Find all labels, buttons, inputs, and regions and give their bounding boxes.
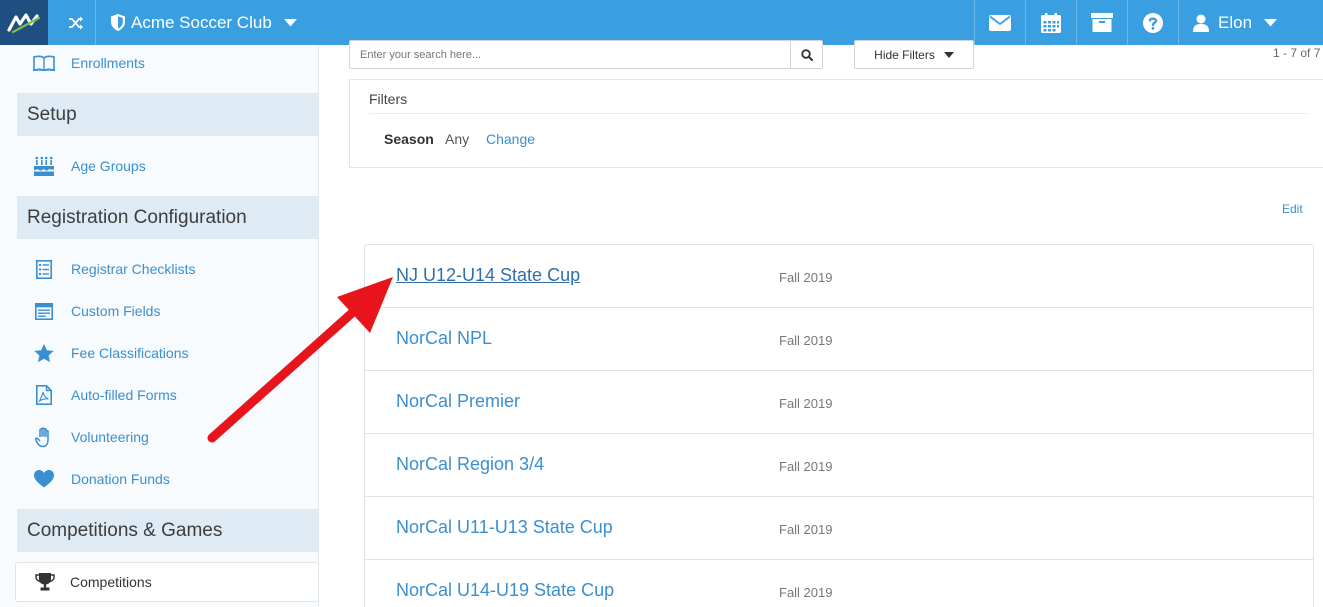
shuffle-button[interactable] [56, 0, 96, 45]
sidebar-item-label: Registrar Checklists [71, 261, 196, 277]
table-row: NorCal Premier Fall 2019 [365, 371, 1313, 434]
hand-icon [33, 426, 55, 448]
book-icon [33, 52, 55, 74]
sidebar-item-label: Enrollments [71, 55, 145, 71]
sidebar-item-competitions[interactable]: Competitions [15, 562, 319, 602]
table-row: NorCal Region 3/4 Fall 2019 [365, 434, 1313, 497]
sidebar-item-registrar-checklists[interactable]: Registrar Checklists [17, 249, 318, 289]
shuffle-icon [68, 16, 83, 29]
envelope-icon [988, 14, 1011, 31]
section-registration-configuration: Registration Configuration [17, 196, 318, 239]
season-filter-label: Season [384, 131, 434, 147]
chevron-down-icon [283, 18, 297, 26]
sidebar: Enrollments Setup Age Groups Registratio… [0, 45, 319, 607]
sidebar-item-label: Competitions [70, 574, 152, 590]
chevron-down-icon [1264, 18, 1278, 26]
sidebar-item-label: Fee Classifications [71, 345, 189, 361]
filters-panel: Filters Season Any Change [349, 79, 1323, 168]
competition-season: Fall 2019 [779, 459, 833, 474]
competition-season: Fall 2019 [779, 585, 833, 600]
calendar-button[interactable] [1025, 0, 1075, 45]
section-title: Competitions & Games [27, 519, 223, 541]
filters-title: Filters [369, 91, 408, 107]
edit-link[interactable]: Edit [1282, 202, 1303, 216]
section-title: Registration Configuration [27, 206, 247, 228]
sidebar-item-label: Donation Funds [71, 471, 170, 487]
sidebar-item-fee-classifications[interactable]: Fee Classifications [17, 333, 318, 373]
competition-link[interactable]: NorCal NPL [396, 328, 492, 349]
sidebar-item-enrollments[interactable]: Enrollments [17, 43, 318, 83]
pagination-count: 1 - 7 of 7 [1273, 46, 1321, 60]
competition-season: Fall 2019 [779, 333, 833, 348]
pdf-icon [33, 384, 55, 406]
help-icon [1142, 12, 1163, 33]
star-icon [33, 342, 55, 364]
sidebar-item-auto-filled-forms[interactable]: Auto-filled Forms [17, 375, 318, 415]
sidebar-item-label: Volunteering [71, 429, 149, 445]
club-selector[interactable]: Acme Soccer Club [110, 0, 297, 45]
sidebar-item-label: Age Groups [71, 158, 146, 174]
cake-icon [33, 155, 55, 177]
app-logo[interactable] [0, 0, 48, 45]
checklist-icon [33, 258, 55, 280]
section-title: Setup [27, 103, 77, 125]
calendar-icon [1040, 12, 1061, 33]
search-icon [800, 48, 813, 61]
competition-season: Fall 2019 [779, 396, 833, 411]
season-change-link[interactable]: Change [486, 131, 535, 147]
heart-icon [33, 468, 55, 490]
search-input[interactable] [350, 41, 790, 68]
club-name: Acme Soccer Club [131, 12, 272, 32]
sidebar-item-label: Custom Fields [71, 303, 161, 319]
competition-link[interactable]: NorCal U14-U19 State Cup [396, 580, 614, 601]
user-icon [1193, 14, 1209, 32]
hide-filters-label: Hide Filters [874, 47, 935, 62]
sidebar-item-donation-funds[interactable]: Donation Funds [17, 459, 318, 499]
competitions-list: NJ U12-U14 State Cup Fall 2019 NorCal NP… [364, 244, 1314, 607]
sidebar-item-custom-fields[interactable]: Custom Fields [17, 291, 318, 331]
season-filter-value: Any [445, 131, 470, 147]
table-row: NorCal U14-U19 State Cup Fall 2019 [365, 560, 1313, 607]
filters-divider [369, 113, 1309, 114]
table-row: NorCal U11-U13 State Cup Fall 2019 [365, 497, 1313, 560]
trophy-icon [34, 571, 56, 593]
logo-mark-icon [7, 12, 41, 33]
sidebar-item-volunteering[interactable]: Volunteering [17, 417, 318, 457]
competition-link[interactable]: NJ U12-U14 State Cup [396, 265, 580, 286]
user-name: Elon [1218, 12, 1253, 32]
help-button[interactable] [1127, 0, 1177, 45]
archive-button[interactable] [1076, 0, 1126, 45]
archive-icon [1090, 13, 1113, 32]
messages-button[interactable] [974, 0, 1024, 45]
search-button[interactable] [790, 41, 822, 68]
section-competitions-games: Competitions & Games [17, 509, 318, 552]
form-icon [33, 300, 55, 322]
top-navbar: Acme Soccer Club Elon [0, 0, 1323, 45]
hide-filters-button[interactable]: Hide Filters [854, 40, 974, 69]
sidebar-item-age-groups[interactable]: Age Groups [17, 146, 318, 186]
section-setup: Setup [17, 93, 318, 136]
competition-season: Fall 2019 [779, 270, 833, 285]
competition-link[interactable]: NorCal Region 3/4 [396, 454, 544, 475]
table-row: NorCal NPL Fall 2019 [365, 308, 1313, 371]
search-box [349, 40, 823, 69]
chevron-down-icon [943, 51, 954, 58]
table-row: NJ U12-U14 State Cup Fall 2019 [365, 245, 1313, 308]
shield-icon [111, 14, 125, 31]
competition-link[interactable]: NorCal U11-U13 State Cup [396, 517, 613, 538]
competition-season: Fall 2019 [779, 522, 833, 537]
competition-link[interactable]: NorCal Premier [396, 391, 520, 412]
sidebar-item-label: Auto-filled Forms [71, 387, 177, 403]
user-menu[interactable]: Elon [1178, 0, 1293, 45]
